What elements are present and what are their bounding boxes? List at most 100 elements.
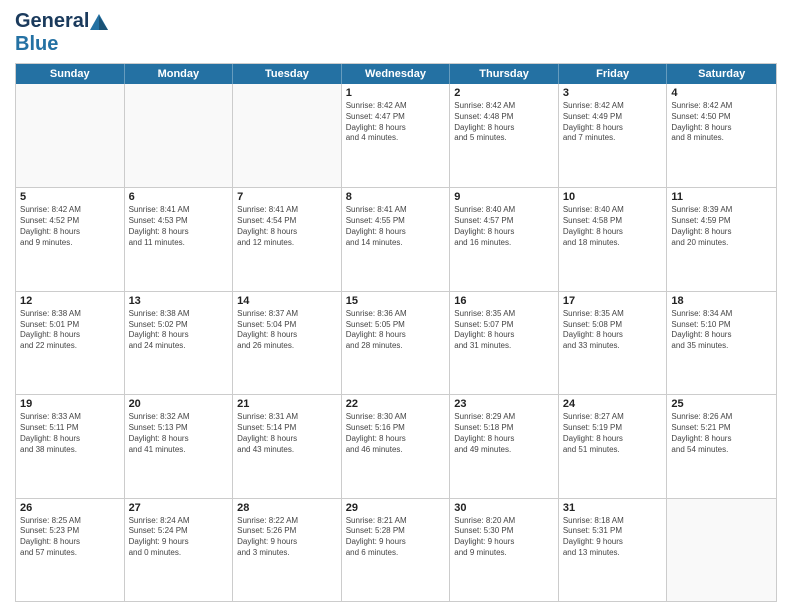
day-cell-24: 24Sunrise: 8:27 AM Sunset: 5:19 PM Dayli…: [559, 395, 668, 497]
day-info: Sunrise: 8:25 AM Sunset: 5:23 PM Dayligh…: [20, 516, 120, 559]
day-info: Sunrise: 8:34 AM Sunset: 5:10 PM Dayligh…: [671, 309, 772, 352]
day-info: Sunrise: 8:21 AM Sunset: 5:28 PM Dayligh…: [346, 516, 446, 559]
day-cell-29: 29 Sunrise: 8:21 AM Sunset: 5:28 PM Dayli…: [342, 499, 451, 601]
day-cell-7: 7 Sunrise: 8:41 AM Sunset: 4:54 PM Daylig…: [233, 188, 342, 290]
day-number: 2: [454, 87, 554, 99]
day-info: Sunrise: 8:32 AM Sunset: 5:13 PM Dayligh…: [129, 412, 229, 455]
day-number: 31: [563, 502, 663, 514]
day-info: Sunrise: 8:38 AM Sunset: 5:01 PM Dayligh…: [20, 309, 120, 352]
day-cell-17: 17 Sunrise: 8:35 AM Sunset: 5:08 PM Dayli…: [559, 292, 668, 394]
day-cell-6: 6 Sunrise: 8:41 AM Sunset: 4:53 PM Daylig…: [125, 188, 234, 290]
day-number: 4: [671, 87, 772, 99]
header: General Blue: [15, 10, 777, 55]
day-number: 16: [454, 295, 554, 307]
day-number: 24: [563, 398, 663, 410]
day-number: 12: [20, 295, 120, 307]
logo-general-text: General: [15, 10, 89, 33]
day-info: Sunrise: 8:41 AM Sunset: 4:54 PM Dayligh…: [237, 205, 337, 248]
day-number: 17: [563, 295, 663, 307]
day-number: 10: [563, 191, 663, 203]
day-info: Sunrise: 8:35 AM Sunset: 5:08 PM Dayligh…: [563, 309, 663, 352]
header-day-tuesday: Tuesday: [233, 64, 342, 84]
header-day-monday: Monday: [125, 64, 234, 84]
day-cell-5: 5Sunrise: 8:42 AM Sunset: 4:52 PM Daylig…: [16, 188, 125, 290]
logo-triangle-icon: [90, 14, 108, 30]
day-cell-30: 30 Sunrise: 8:20 AM Sunset: 5:30 PM Dayli…: [450, 499, 559, 601]
day-cell-11: 11 Sunrise: 8:39 AM Sunset: 4:59 PM Dayli…: [667, 188, 776, 290]
week-row-0: 1 Sunrise: 8:42 AM Sunset: 4:47 PM Daylig…: [16, 84, 776, 187]
week-row-3: 19Sunrise: 8:33 AM Sunset: 5:11 PM Dayli…: [16, 394, 776, 497]
day-cell-26: 26 Sunrise: 8:25 AM Sunset: 5:23 PM Dayli…: [16, 499, 125, 601]
day-info: Sunrise: 8:35 AM Sunset: 5:07 PM Dayligh…: [454, 309, 554, 352]
empty-cell-0-1: [125, 84, 234, 187]
calendar: SundayMondayTuesdayWednesdayThursdayFrid…: [15, 63, 777, 602]
day-info: Sunrise: 8:20 AM Sunset: 5:30 PM Dayligh…: [454, 516, 554, 559]
day-number: 23: [454, 398, 554, 410]
day-info: Sunrise: 8:42 AM Sunset: 4:50 PM Dayligh…: [671, 101, 772, 144]
day-info: Sunrise: 8:42 AM Sunset: 4:48 PM Dayligh…: [454, 101, 554, 144]
week-row-2: 12 Sunrise: 8:38 AM Sunset: 5:01 PM Dayli…: [16, 291, 776, 394]
day-info: Sunrise: 8:29 AM Sunset: 5:18 PM Dayligh…: [454, 412, 554, 455]
day-number: 21: [237, 398, 337, 410]
day-info: Sunrise: 8:26 AM Sunset: 5:21 PM Dayligh…: [671, 412, 772, 455]
day-info: Sunrise: 8:39 AM Sunset: 4:59 PM Dayligh…: [671, 205, 772, 248]
logo: General Blue: [15, 10, 109, 55]
day-number: 1: [346, 87, 446, 99]
header-day-thursday: Thursday: [450, 64, 559, 84]
day-number: 18: [671, 295, 772, 307]
day-info: Sunrise: 8:42 AM Sunset: 4:49 PM Dayligh…: [563, 101, 663, 144]
day-cell-18: 18 Sunrise: 8:34 AM Sunset: 5:10 PM Dayli…: [667, 292, 776, 394]
day-cell-28: 28 Sunrise: 8:22 AM Sunset: 5:26 PM Dayli…: [233, 499, 342, 601]
header-day-saturday: Saturday: [667, 64, 776, 84]
day-info: Sunrise: 8:18 AM Sunset: 5:31 PM Dayligh…: [563, 516, 663, 559]
day-number: 5: [20, 191, 120, 203]
empty-cell-0-0: [16, 84, 125, 187]
day-number: 14: [237, 295, 337, 307]
day-info: Sunrise: 8:40 AM Sunset: 4:57 PM Dayligh…: [454, 205, 554, 248]
day-number: 27: [129, 502, 229, 514]
day-number: 28: [237, 502, 337, 514]
day-cell-20: 20 Sunrise: 8:32 AM Sunset: 5:13 PM Dayli…: [125, 395, 234, 497]
day-info: Sunrise: 8:30 AM Sunset: 5:16 PM Dayligh…: [346, 412, 446, 455]
header-day-wednesday: Wednesday: [342, 64, 451, 84]
week-row-1: 5Sunrise: 8:42 AM Sunset: 4:52 PM Daylig…: [16, 187, 776, 290]
day-info: Sunrise: 8:42 AM Sunset: 4:47 PM Dayligh…: [346, 101, 446, 144]
day-cell-31: 31 Sunrise: 8:18 AM Sunset: 5:31 PM Dayli…: [559, 499, 668, 601]
empty-cell-4-6: [667, 499, 776, 601]
week-row-4: 26 Sunrise: 8:25 AM Sunset: 5:23 PM Dayli…: [16, 498, 776, 601]
day-cell-8: 8 Sunrise: 8:41 AM Sunset: 4:55 PM Daylig…: [342, 188, 451, 290]
day-number: 26: [20, 502, 120, 514]
day-number: 29: [346, 502, 446, 514]
calendar-header: SundayMondayTuesdayWednesdayThursdayFrid…: [16, 64, 776, 84]
day-number: 6: [129, 191, 229, 203]
day-number: 20: [129, 398, 229, 410]
day-cell-1: 1 Sunrise: 8:42 AM Sunset: 4:47 PM Daylig…: [342, 84, 451, 187]
day-number: 15: [346, 295, 446, 307]
header-day-friday: Friday: [559, 64, 668, 84]
day-number: 13: [129, 295, 229, 307]
day-cell-3: 3Sunrise: 8:42 AM Sunset: 4:49 PM Daylig…: [559, 84, 668, 187]
calendar-body: 1 Sunrise: 8:42 AM Sunset: 4:47 PM Daylig…: [16, 84, 776, 601]
day-info: Sunrise: 8:41 AM Sunset: 4:55 PM Dayligh…: [346, 205, 446, 248]
logo-wrapper: General Blue: [15, 10, 109, 55]
page: General Blue SundayMondayTuesdayWednesda…: [0, 0, 792, 612]
day-cell-22: 22Sunrise: 8:30 AM Sunset: 5:16 PM Dayli…: [342, 395, 451, 497]
day-cell-15: 15 Sunrise: 8:36 AM Sunset: 5:05 PM Dayli…: [342, 292, 451, 394]
day-number: 7: [237, 191, 337, 203]
day-cell-4: 4 Sunrise: 8:42 AM Sunset: 4:50 PM Daylig…: [667, 84, 776, 187]
day-cell-21: 21Sunrise: 8:31 AM Sunset: 5:14 PM Dayli…: [233, 395, 342, 497]
day-number: 19: [20, 398, 120, 410]
day-number: 11: [671, 191, 772, 203]
day-cell-2: 2 Sunrise: 8:42 AM Sunset: 4:48 PM Daylig…: [450, 84, 559, 187]
day-cell-10: 10Sunrise: 8:40 AM Sunset: 4:58 PM Dayli…: [559, 188, 668, 290]
day-info: Sunrise: 8:38 AM Sunset: 5:02 PM Dayligh…: [129, 309, 229, 352]
logo-top: General: [15, 10, 109, 33]
day-cell-12: 12 Sunrise: 8:38 AM Sunset: 5:01 PM Dayli…: [16, 292, 125, 394]
day-info: Sunrise: 8:37 AM Sunset: 5:04 PM Dayligh…: [237, 309, 337, 352]
day-number: 8: [346, 191, 446, 203]
day-info: Sunrise: 8:36 AM Sunset: 5:05 PM Dayligh…: [346, 309, 446, 352]
day-info: Sunrise: 8:41 AM Sunset: 4:53 PM Dayligh…: [129, 205, 229, 248]
day-cell-16: 16 Sunrise: 8:35 AM Sunset: 5:07 PM Dayli…: [450, 292, 559, 394]
day-number: 30: [454, 502, 554, 514]
day-info: Sunrise: 8:22 AM Sunset: 5:26 PM Dayligh…: [237, 516, 337, 559]
